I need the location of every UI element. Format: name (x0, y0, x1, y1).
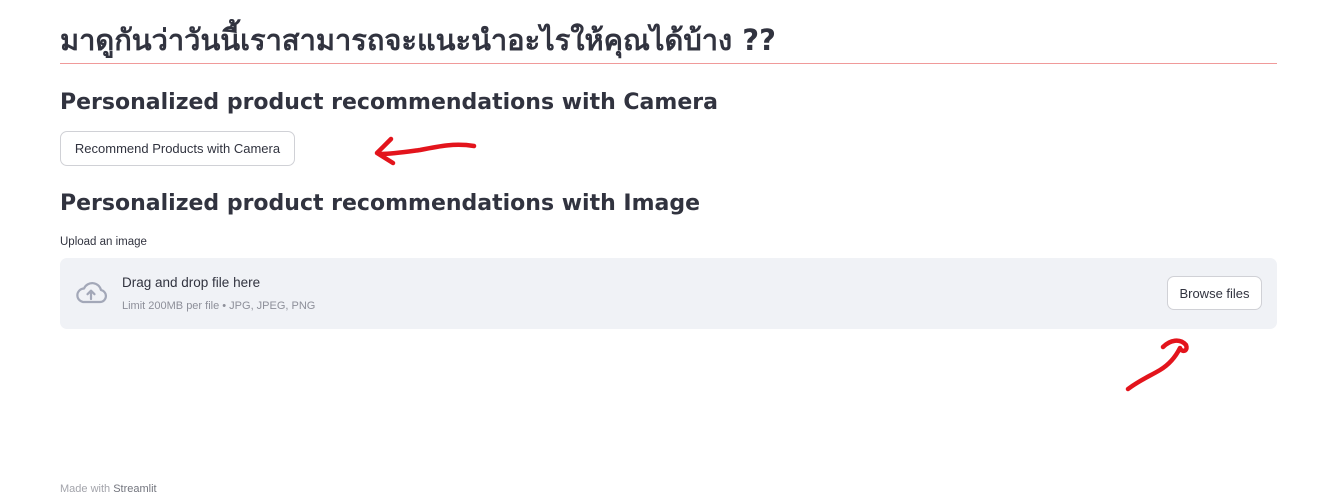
dropzone-instructions: Drag and drop file here (122, 275, 261, 290)
browse-files-button[interactable]: Browse files (1167, 276, 1262, 310)
title-divider (60, 63, 1277, 64)
arrow-to-camera-button (374, 136, 477, 166)
camera-section-heading: Personalized product recommendations wit… (60, 90, 718, 115)
cloud-upload-icon (76, 282, 107, 304)
recommend-with-camera-button[interactable]: Recommend Products with Camera (60, 131, 295, 166)
dropzone-file-limit: Limit 200MB per file • JPG, JPEG, PNG (122, 300, 316, 312)
streamlit-link[interactable]: Streamlit (113, 483, 156, 495)
uploader-label: Upload an image (60, 236, 147, 248)
arrow-to-browse-button (1125, 338, 1189, 392)
page-title: มาดูกันว่าวันนี้เราสามารถจะแนะนำอะไรให้ค… (60, 23, 776, 57)
footer-prefix: Made with (60, 483, 114, 495)
red-arrow-annotations (374, 136, 1189, 392)
footer-made-with: Made with Streamlit (60, 483, 157, 495)
file-dropzone[interactable]: Drag and drop file here Limit 200MB per … (60, 258, 1277, 329)
streamlit-app: มาดูกันว่าวันนี้เราสามารถจะแนะนำอะไรให้ค… (0, 0, 1339, 501)
image-section-heading: Personalized product recommendations wit… (60, 191, 701, 216)
